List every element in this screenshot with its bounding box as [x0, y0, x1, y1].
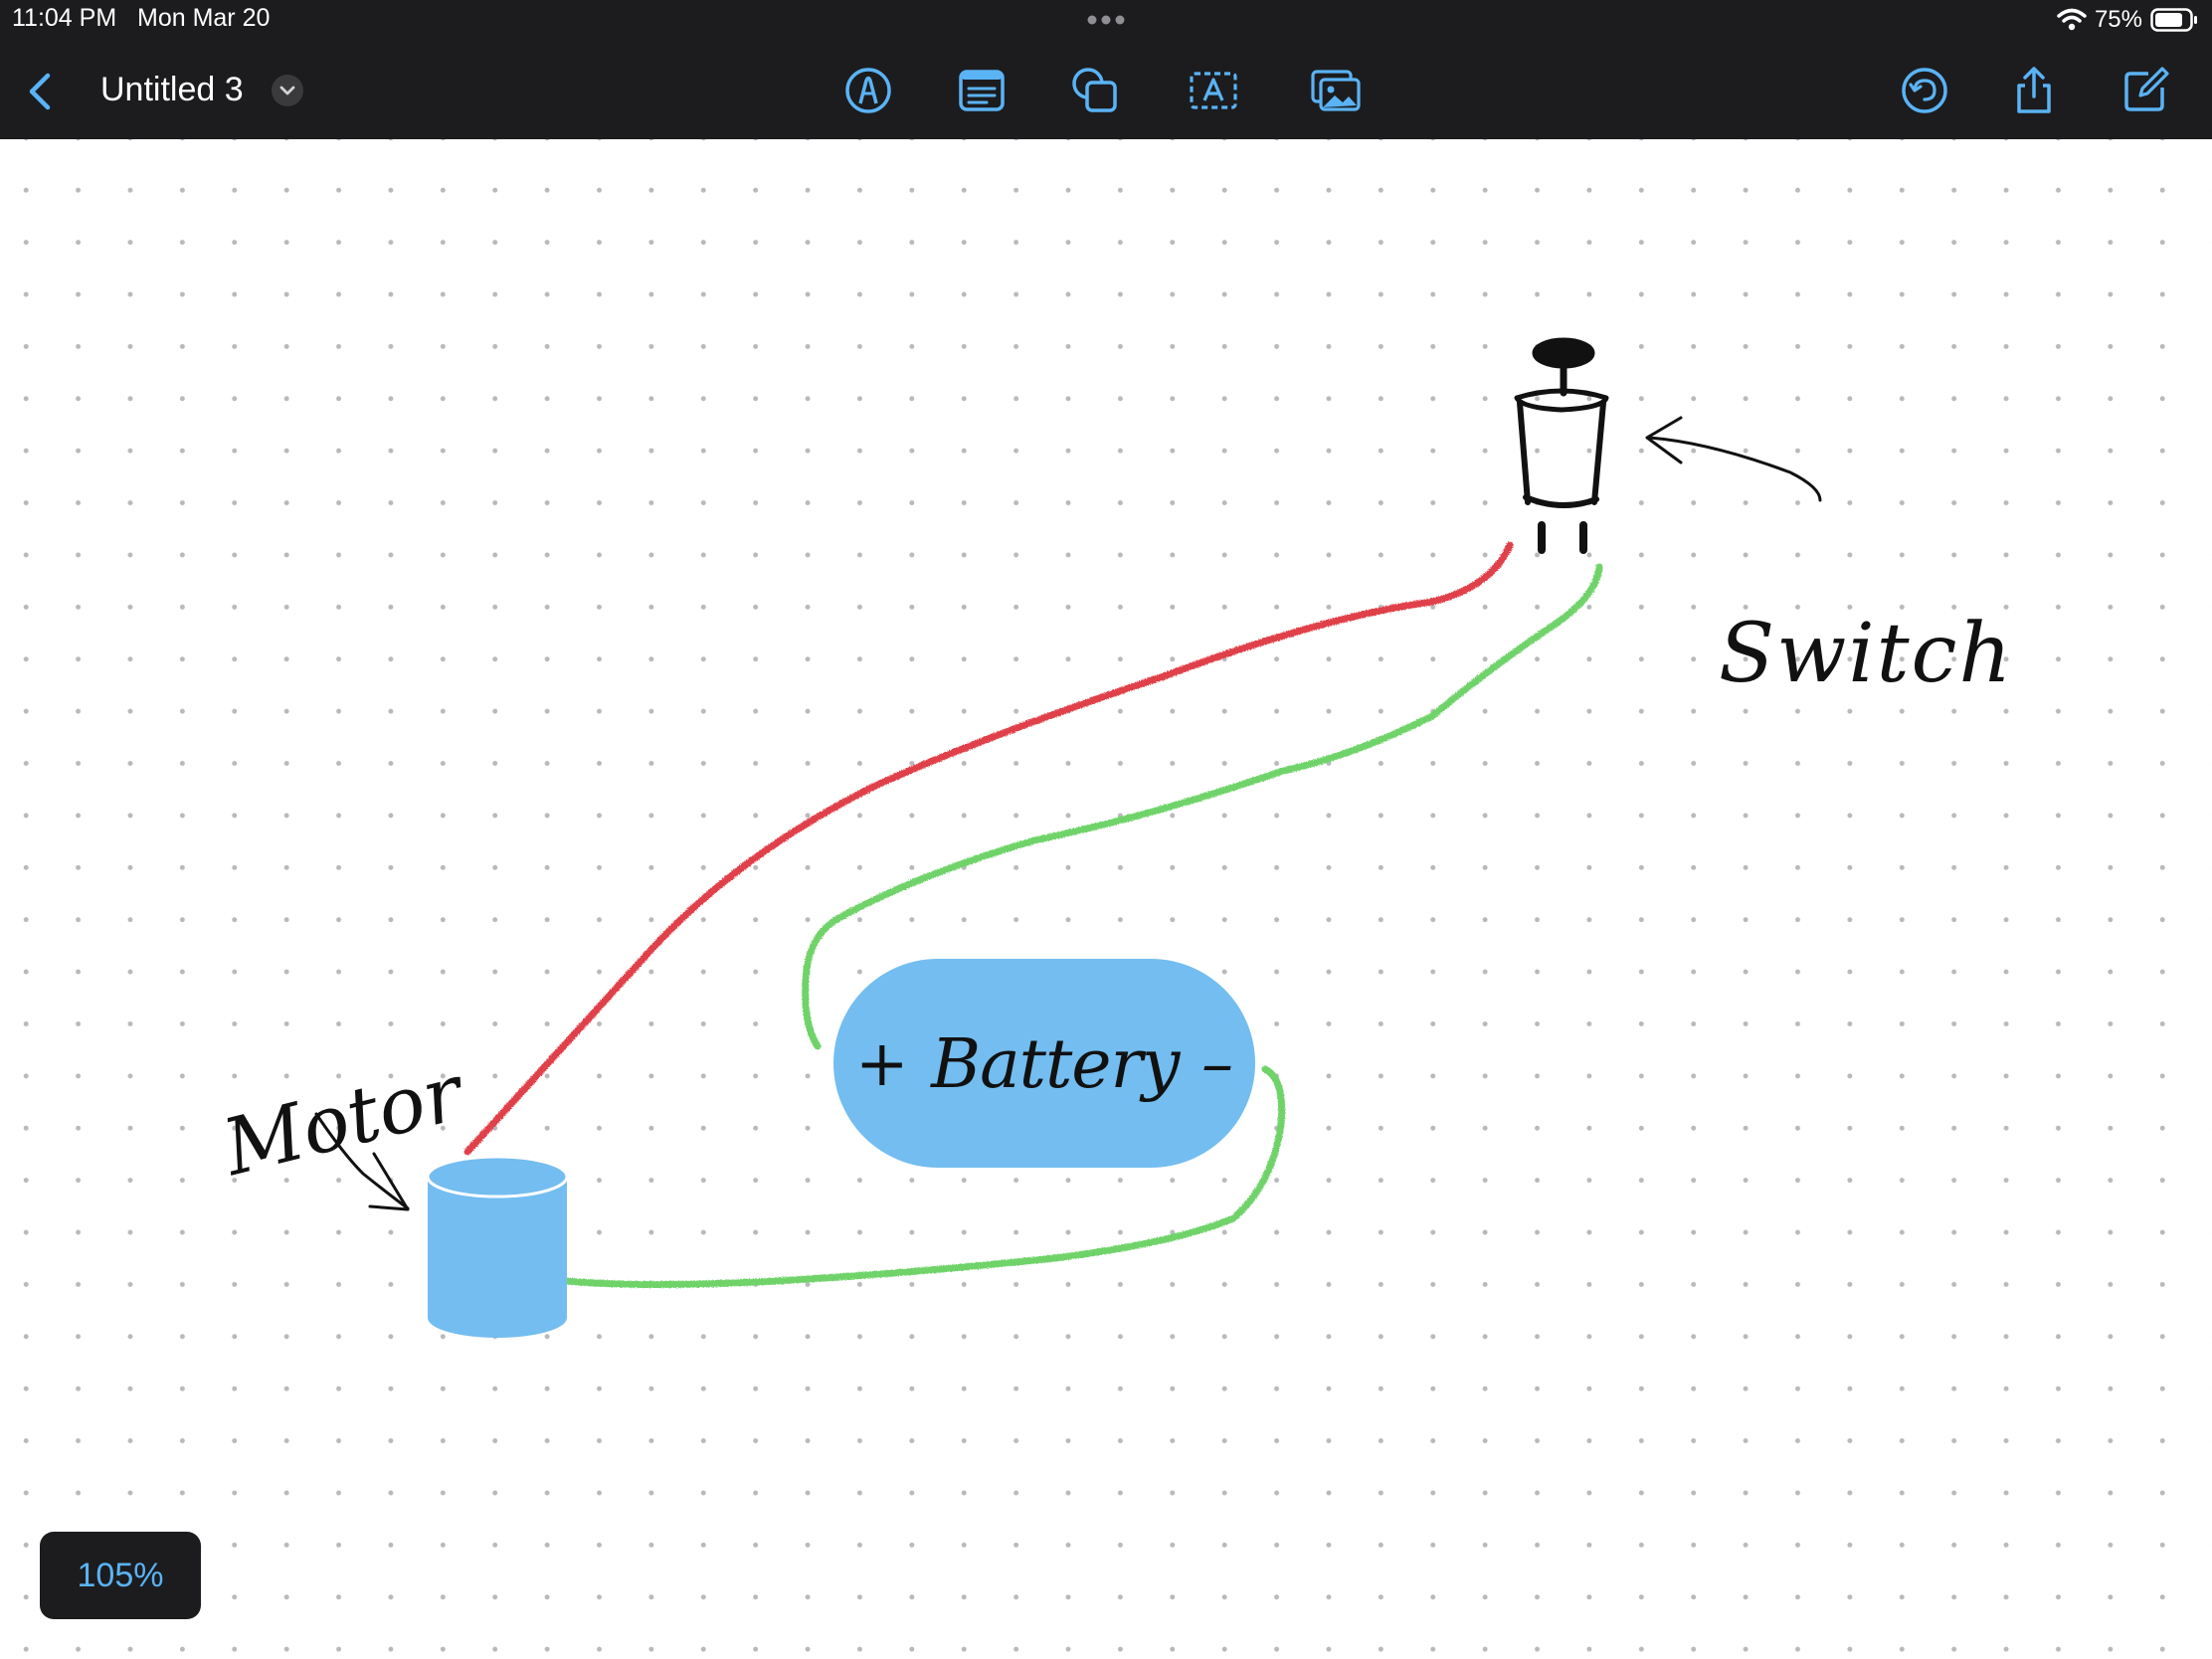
status-date: Mon Mar 20: [137, 4, 271, 32]
motor-cylinder-shape[interactable]: [426, 1155, 569, 1338]
undo-button[interactable]: [1898, 64, 1951, 117]
pen-tool-button[interactable]: [841, 64, 895, 117]
status-time: 11:04 PM: [12, 4, 117, 32]
board-canvas[interactable]: Motor Switch + Battery –: [0, 139, 2212, 1659]
battery-shape[interactable]: [833, 959, 1255, 1168]
wifi-icon: [2057, 8, 2087, 31]
zoom-level-button[interactable]: 105%: [40, 1532, 201, 1619]
switch-sketch[interactable]: [1514, 337, 1609, 554]
photos-button[interactable]: [1309, 64, 1363, 117]
chevron-down-icon[interactable]: [272, 75, 303, 106]
status-indicators: 75%: [2057, 0, 2198, 40]
multitasking-dots-icon[interactable]: [1082, 0, 1130, 40]
switch-label[interactable]: Switch: [1719, 607, 2013, 701]
new-board-button[interactable]: [2119, 64, 2172, 117]
share-button[interactable]: [2007, 64, 2061, 117]
shapes-button[interactable]: [1068, 64, 1122, 117]
sticky-note-button[interactable]: [955, 64, 1009, 117]
freeform-app: 11:04 PM Mon Mar 20 75% Untitled 3 Motor…: [0, 0, 2212, 1659]
switch-arrow-sketch: [1645, 416, 1822, 502]
back-button[interactable]: [20, 70, 60, 113]
board-drawing[interactable]: [0, 139, 2212, 1659]
document-title[interactable]: Untitled 3: [100, 68, 244, 111]
text-box-button[interactable]: [1187, 64, 1240, 117]
top-bar: 11:04 PM Mon Mar 20 75% Untitled 3: [0, 0, 2212, 139]
battery-icon: [2150, 8, 2197, 32]
battery-percent: 75%: [2094, 6, 2142, 33]
